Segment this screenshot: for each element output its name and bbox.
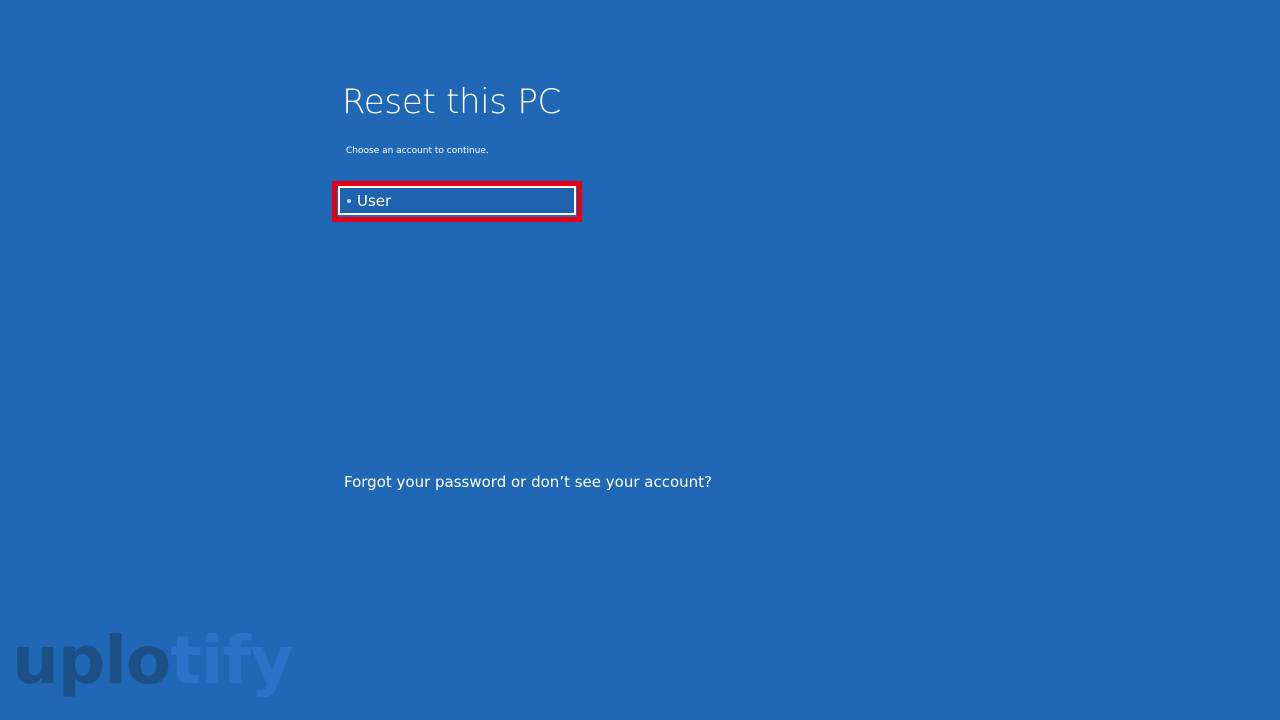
watermark-part1: uplo [12, 622, 171, 699]
forgot-password-link[interactable]: Forgot your password or don’t see your a… [344, 473, 712, 491]
page-title: Reset this PC [342, 82, 561, 122]
stray-dot [811, 666, 812, 667]
watermark-part2: tify [170, 622, 293, 699]
watermark-logo: uplotify [12, 628, 293, 694]
bullet-icon [347, 198, 351, 203]
page-subtitle: Choose an account to continue. [346, 146, 489, 156]
account-label: User [357, 191, 392, 210]
reset-pc-screen: Reset this PC Choose an account to conti… [0, 0, 1280, 720]
account-item-user[interactable]: User [338, 186, 576, 215]
